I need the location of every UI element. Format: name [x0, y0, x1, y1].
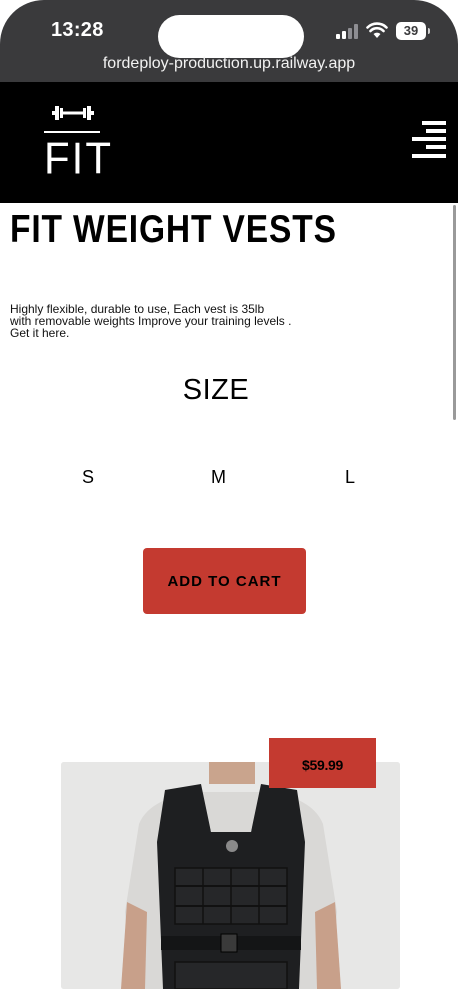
- browser-chrome: 13:28 39 fordeploy-production.up.railway…: [0, 0, 458, 82]
- site-logo[interactable]: FIT: [44, 102, 111, 186]
- dynamic-island: [158, 15, 304, 58]
- size-option-l[interactable]: L: [345, 467, 355, 488]
- size-heading: SIZE: [182, 374, 250, 406]
- product-description: Highly flexible, durable to use, Each ve…: [10, 303, 310, 339]
- wifi-icon: [366, 21, 388, 39]
- add-to-cart-button[interactable]: ADD TO CART: [143, 548, 306, 614]
- site-header: FIT: [0, 82, 458, 203]
- page-title: FIT WEIGHT VESTS: [10, 208, 337, 251]
- description-line: Get it here.: [10, 326, 70, 340]
- product-image[interactable]: [61, 762, 400, 989]
- logo-text: FIT: [44, 133, 113, 184]
- signal-icon: [336, 24, 360, 39]
- size-option-s[interactable]: S: [82, 467, 94, 488]
- status-time: 13:28: [51, 19, 104, 41]
- dumbbell-icon: [52, 106, 94, 120]
- price-tag: $59.99: [269, 738, 376, 788]
- scrollbar[interactable]: [453, 205, 456, 420]
- address-bar-url[interactable]: fordeploy-production.up.railway.app: [0, 55, 458, 73]
- size-option-m[interactable]: M: [211, 467, 226, 488]
- battery-icon: 39: [396, 22, 430, 40]
- hamburger-menu-icon[interactable]: [412, 121, 450, 165]
- logo-divider: [44, 131, 100, 133]
